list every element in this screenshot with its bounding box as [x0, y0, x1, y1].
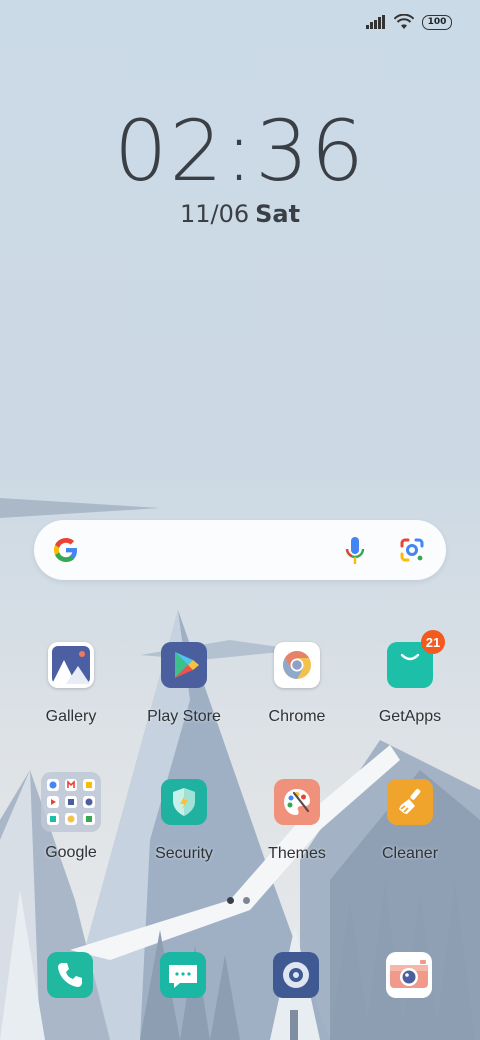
- app-label: Gallery: [45, 708, 97, 725]
- page-dot-active[interactable]: [227, 897, 234, 904]
- app-play-store[interactable]: Play Store: [129, 642, 239, 742]
- play-store-icon: [161, 642, 207, 688]
- music-icon: [283, 962, 309, 988]
- app-label: GetApps: [378, 708, 442, 725]
- status-bar: 100: [366, 12, 452, 32]
- gallery-icon: [48, 642, 94, 688]
- folder-google[interactable]: Google: [16, 772, 126, 882]
- music-app[interactable]: [273, 952, 319, 998]
- app-label: Security: [155, 845, 213, 862]
- messages-icon: [169, 965, 197, 988]
- lens-icon[interactable]: [398, 536, 426, 564]
- app-getapps[interactable]: 21 GetApps: [355, 630, 465, 742]
- app-chrome[interactable]: Chrome: [242, 642, 352, 742]
- clock-date[interactable]: 11/06 Sat: [0, 200, 480, 228]
- battery-icon: 100: [422, 14, 452, 30]
- day-of-week: Sat: [255, 200, 301, 228]
- notification-badge: 21: [421, 630, 445, 654]
- security-icon: [161, 779, 207, 825]
- app-label: Themes: [268, 845, 326, 862]
- battery-level: 100: [427, 17, 447, 27]
- wifi-icon: [394, 14, 414, 29]
- chrome-icon: [274, 642, 320, 688]
- app-cleaner[interactable]: Cleaner: [355, 779, 465, 879]
- app-label: Google: [45, 844, 97, 861]
- google-search-bar[interactable]: [34, 520, 446, 580]
- cleaner-icon: [387, 779, 433, 825]
- themes-icon: [274, 779, 320, 825]
- getapps-icon: 21: [387, 630, 445, 688]
- app-themes[interactable]: Themes: [242, 779, 352, 879]
- clock-time[interactable]: 02:36: [0, 102, 480, 200]
- page-dot[interactable]: [243, 897, 250, 904]
- camera-app[interactable]: [386, 952, 432, 998]
- app-label: Play Store: [147, 708, 221, 725]
- messages-app[interactable]: [160, 952, 206, 998]
- google-g-icon: [54, 538, 77, 562]
- date-value: 11/06: [179, 200, 250, 228]
- mic-icon[interactable]: [344, 535, 366, 567]
- app-label: Cleaner: [381, 845, 439, 862]
- app-security[interactable]: Security: [129, 779, 239, 879]
- camera-icon: [390, 960, 428, 988]
- page-indicator[interactable]: [227, 897, 250, 904]
- phone-icon: [58, 963, 82, 987]
- app-label: Chrome: [268, 708, 326, 725]
- signal-icon: [366, 15, 385, 29]
- phone-app[interactable]: [47, 952, 93, 998]
- folder-icon: [41, 772, 101, 832]
- app-gallery[interactable]: Gallery: [16, 642, 126, 742]
